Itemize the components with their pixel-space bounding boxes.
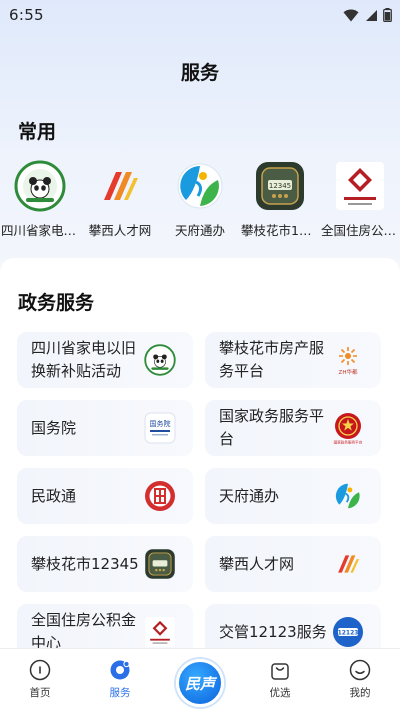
traffic-12123-logo-icon: 12123 — [331, 615, 365, 648]
common-item-label: 天府通办 — [174, 223, 225, 238]
panda-subsidy-logo-icon — [14, 160, 66, 212]
tab-label: 优选 — [269, 687, 291, 699]
tab-label: 服务 — [109, 687, 131, 699]
gov-card-minzhengtong[interactable]: 民政通 — [17, 468, 193, 524]
cellular-signal-icon — [366, 9, 377, 21]
national-emblem-logo-text: 国家政务服务平台 — [334, 440, 363, 445]
gov-card-label: 国务院 — [31, 418, 77, 437]
gov-card-label: 天府通办 — [219, 486, 280, 505]
common-item-label: 攀西人才网 — [88, 223, 152, 238]
zh-housing-logo-text: ZH华都 — [339, 368, 358, 376]
gov-card-label: 攀枝花市房产服务平台 — [219, 339, 325, 380]
gov-card-label: 全国住房公积金中心 — [31, 611, 137, 648]
status-time: 6:55 — [9, 6, 44, 24]
tab-label: 首页 — [29, 687, 51, 699]
tab-profile[interactable]: 我的 — [330, 649, 390, 700]
battery-icon — [383, 8, 392, 22]
state-council-logo-icon: 国务院 — [143, 411, 177, 445]
common-services-row: 四川省家电以旧换新补贴活动 攀西人才网 天府通办 — [0, 160, 400, 240]
gov-card-national-platform[interactable]: 国家政务服务平台 国家政务服务平台 — [205, 400, 381, 456]
gov-card-state-council[interactable]: 国务院 国务院 — [17, 400, 193, 456]
panzhihua-12345-logo-icon: 12345 — [254, 160, 306, 212]
common-item-panzhihua-12345[interactable]: 12345 攀枝花市12345 — [240, 160, 320, 240]
gov-card-label: 攀西人才网 — [219, 554, 295, 573]
tab-youxuan[interactable]: 优选 — [250, 649, 310, 700]
common-item-label: 四川省家电以旧换新补贴活动 — [1, 223, 79, 238]
svg-text:12345: 12345 — [269, 182, 291, 190]
gov-card-label: 四川省家电以旧换新补贴活动 — [31, 339, 137, 380]
service-icon — [110, 660, 130, 680]
common-item-tianfu-tongban[interactable]: 天府通办 — [160, 160, 240, 240]
common-section-title: 常用 — [18, 121, 57, 143]
status-bar: 6:55 — [0, 0, 400, 30]
status-icons — [343, 8, 392, 22]
wifi-icon — [343, 9, 359, 21]
shopping-bag-icon — [271, 663, 289, 680]
gov-card-tianfu-tongban[interactable]: 天府通办 — [205, 468, 381, 524]
common-item-label: 全国住房公积金中心 — [321, 223, 399, 238]
traffic-12123-logo-text: 12123 — [338, 630, 359, 637]
gov-card-label: 国家政务服务平台 — [219, 407, 325, 448]
housing-fund-logo-icon — [334, 160, 386, 212]
gov-card-housing-fund[interactable]: 全国住房公积金中心 — [17, 604, 193, 648]
gov-card-label: 民政通 — [31, 486, 77, 505]
minzhengtong-logo-icon — [143, 479, 177, 513]
gov-services-panel: 政务服务 四川省家电以旧换新补贴活动 攀枝花市房产服务平台 ZH华都 国务院 国… — [0, 258, 400, 648]
gov-card-home-appliance-subsidy[interactable]: 四川省家电以旧换新补贴活动 — [17, 332, 193, 388]
tianfu-tongban-logo-icon — [331, 479, 365, 513]
common-item-housing-fund[interactable]: 全国住房公积金中心 — [320, 160, 400, 240]
panzhihua-12345-logo-icon — [143, 547, 177, 581]
gov-section-title: 政务服务 — [18, 292, 95, 314]
housing-fund-logo-icon — [143, 615, 177, 648]
common-item-label: 攀枝花市12345 — [241, 223, 319, 238]
tianfu-tongban-logo-icon — [174, 160, 226, 212]
bottom-tab-bar: 首页 服务 民声 优选 我的 — [0, 648, 400, 711]
gov-card-label: 交管12123服务 — [219, 622, 327, 641]
minsheng-icon: 民声 — [176, 659, 224, 707]
tab-service[interactable]: 服务 — [90, 649, 150, 700]
home-icon — [29, 659, 51, 681]
gov-card-label: 攀枝花市12345 — [31, 554, 139, 573]
gov-card-panzhihua-12345[interactable]: 攀枝花市12345 — [17, 536, 193, 592]
gov-card-traffic-12123[interactable]: 交管12123服务 12123 — [205, 604, 381, 648]
profile-icon — [349, 659, 371, 681]
panxi-talent-logo-icon — [331, 547, 365, 581]
panxi-talent-logo-icon — [94, 160, 146, 212]
page-title: 服务 — [180, 62, 219, 84]
common-item-home-appliance-subsidy[interactable]: 四川省家电以旧换新补贴活动 — [0, 160, 80, 240]
tab-home[interactable]: 首页 — [10, 649, 70, 700]
tab-label: 我的 — [349, 687, 371, 699]
gov-card-panxi-talent[interactable]: 攀西人才网 — [205, 536, 381, 592]
panda-subsidy-logo-icon — [143, 343, 177, 377]
gov-card-panzhihua-housing[interactable]: 攀枝花市房产服务平台 ZH华都 — [205, 332, 381, 388]
national-emblem-logo-icon: 国家政务服务平台 — [331, 411, 365, 445]
state-council-logo-text: 国务院 — [150, 419, 171, 428]
tab-minsheng[interactable]: 民声 — [170, 649, 230, 707]
common-item-panxi-talent[interactable]: 攀西人才网 — [80, 160, 160, 240]
zh-housing-logo-icon: ZH华都 — [331, 343, 365, 377]
